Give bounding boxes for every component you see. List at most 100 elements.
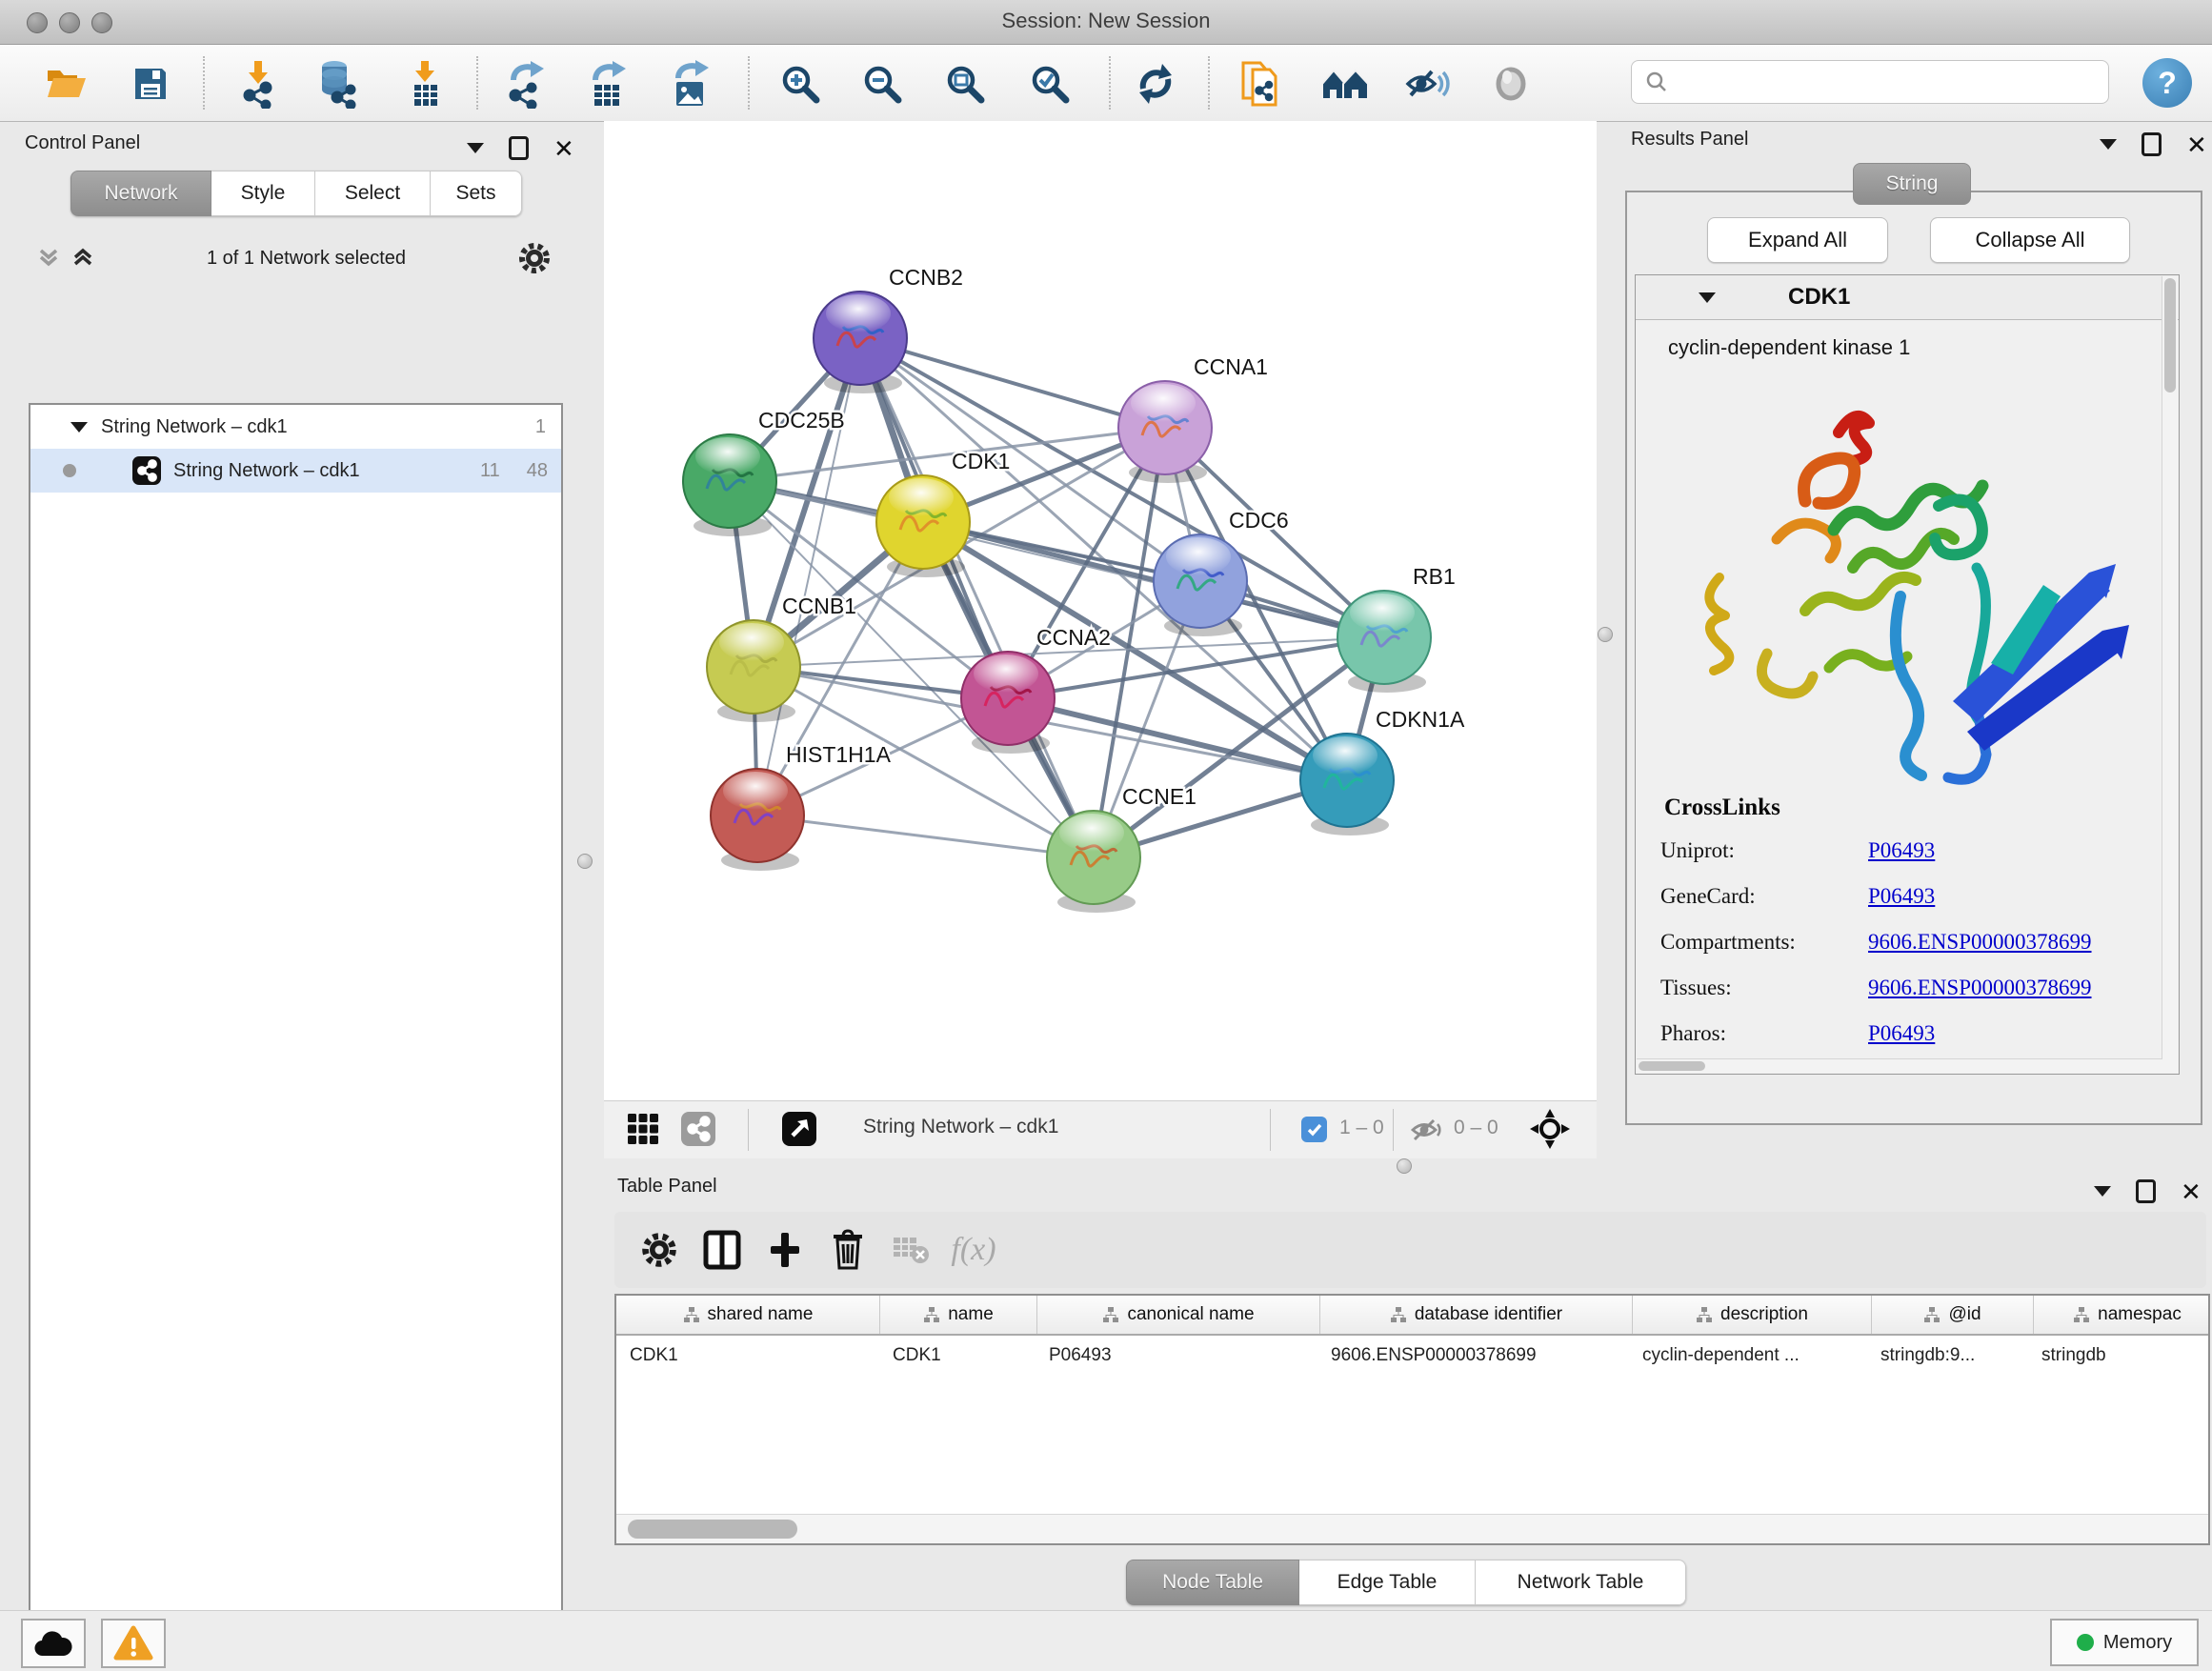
search-input[interactable] xyxy=(1678,64,2108,100)
import-table-button[interactable] xyxy=(397,56,452,111)
zoom-out-icon xyxy=(861,63,903,105)
float-panel-icon[interactable] xyxy=(509,136,529,160)
network-node-CCNB2[interactable] xyxy=(814,292,907,393)
import-database-button[interactable] xyxy=(310,56,365,111)
column-header-database-identifier[interactable]: database identifier xyxy=(1320,1296,1633,1334)
delete-table-button[interactable] xyxy=(879,1219,942,1280)
network-row[interactable]: String Network – cdk1 11 48 xyxy=(30,449,561,493)
help-button[interactable]: ? xyxy=(2142,58,2192,108)
tab-node-table[interactable]: Node Table xyxy=(1126,1560,1299,1605)
selected-indicator-checkbox[interactable] xyxy=(1301,1117,1327,1142)
panel-menu-icon[interactable] xyxy=(467,143,484,153)
column-header-name[interactable]: name xyxy=(880,1296,1037,1334)
export-table-button[interactable] xyxy=(579,56,634,111)
expand-all-networks-icon[interactable] xyxy=(70,246,95,271)
gene-section: CDK1 cyclin-dependent kinase 1 xyxy=(1635,274,2180,1075)
gear-icon[interactable] xyxy=(517,241,552,275)
network-node-CDC6[interactable] xyxy=(1154,534,1247,636)
save-session-button[interactable] xyxy=(123,56,178,111)
delete-column-button[interactable] xyxy=(816,1219,879,1280)
network-canvas[interactable]: CCNB2CCNA1CDC25BCDK1CDC6RB1CCNB1CCNA2CDK… xyxy=(604,121,1597,1100)
close-panel-icon[interactable]: ✕ xyxy=(553,139,574,158)
collapse-all-networks-icon[interactable] xyxy=(36,246,61,271)
open-file-button[interactable] xyxy=(39,56,94,111)
left-splitter-handle[interactable] xyxy=(577,854,593,869)
function-builder-button[interactable]: f(x) xyxy=(942,1219,1005,1280)
close-panel-icon[interactable]: ✕ xyxy=(2181,1182,2202,1201)
collapse-collection-icon[interactable] xyxy=(70,422,88,433)
zoom-fit-button[interactable] xyxy=(937,56,993,111)
open-in-string-button[interactable] xyxy=(774,1103,825,1155)
crosslink-link[interactable]: P06493 xyxy=(1868,838,1935,863)
tab-network-table[interactable]: Network Table xyxy=(1476,1560,1686,1605)
zoom-out-button[interactable] xyxy=(855,56,910,111)
network-node-CCNA1[interactable] xyxy=(1118,381,1212,483)
warnings-button[interactable] xyxy=(101,1619,166,1668)
collapse-all-button[interactable]: Collapse All xyxy=(1930,217,2130,263)
zoom-selected-button[interactable] xyxy=(1022,56,1077,111)
table-cell: stringdb:9... xyxy=(1867,1345,2028,1366)
tab-edge-table[interactable]: Edge Table xyxy=(1299,1560,1476,1605)
toolbar-separator xyxy=(748,56,750,110)
tab-network[interactable]: Network xyxy=(70,171,211,216)
string-panel-toggle-button[interactable] xyxy=(673,1103,724,1155)
column-header--id[interactable]: @id xyxy=(1872,1296,2034,1334)
table-settings-button[interactable] xyxy=(628,1219,691,1280)
toolbar-separator xyxy=(748,1109,749,1151)
table-horizontal-scrollbar[interactable] xyxy=(616,1514,2208,1543)
show-columns-button[interactable] xyxy=(691,1219,754,1280)
export-image-button[interactable] xyxy=(662,56,717,111)
panel-menu-icon[interactable] xyxy=(2100,139,2117,150)
vertical-scrollbar[interactable] xyxy=(2162,276,2178,1073)
crosslink-link[interactable]: P06493 xyxy=(1868,1021,1935,1046)
create-column-button[interactable] xyxy=(754,1219,816,1280)
column-header-label: namespac xyxy=(2098,1304,2182,1325)
network-node-CCNE1[interactable] xyxy=(1047,811,1140,913)
right-splitter-handle[interactable] xyxy=(1598,627,1613,642)
gene-section-header[interactable]: CDK1 xyxy=(1636,275,2179,320)
float-panel-icon[interactable] xyxy=(2136,1179,2156,1203)
crosslink-link[interactable]: 9606.ENSP00000378699 xyxy=(1868,930,2092,955)
column-header-shared-name[interactable]: shared name xyxy=(616,1296,880,1334)
export-network-button[interactable] xyxy=(497,56,553,111)
zoom-fit-icon xyxy=(944,63,986,105)
columns-icon xyxy=(702,1229,742,1271)
crosslink-link[interactable]: 9606.ENSP00000378699 xyxy=(1868,976,2092,1000)
clone-network-button[interactable] xyxy=(1233,56,1288,111)
network-node-CCNB1[interactable] xyxy=(707,620,800,722)
network-collection-row[interactable]: String Network – cdk1 1 xyxy=(30,405,561,449)
crosslink-link[interactable]: P06493 xyxy=(1868,884,1935,909)
table-row[interactable]: CDK1CDK1P064939606.ENSP00000378699cyclin… xyxy=(616,1336,2208,1376)
column-header-namespac[interactable]: namespac xyxy=(2034,1296,2212,1334)
column-header-label: shared name xyxy=(708,1304,814,1325)
zoom-in-button[interactable] xyxy=(773,56,828,111)
memory-label: Memory xyxy=(2103,1632,2172,1654)
network-node-HIST1H1A[interactable] xyxy=(711,769,804,871)
float-panel-icon[interactable] xyxy=(2142,132,2162,156)
fit-content-button[interactable] xyxy=(1524,1103,1576,1155)
tab-style[interactable]: Style xyxy=(211,171,315,216)
expand-all-button[interactable]: Expand All xyxy=(1707,217,1888,263)
cloud-status-button[interactable] xyxy=(21,1619,86,1668)
network-node-CDC25B[interactable] xyxy=(683,434,776,536)
export-network-icon xyxy=(504,59,546,109)
first-neighbors-button[interactable] xyxy=(1317,56,1373,111)
birdseye-view-button[interactable] xyxy=(617,1103,669,1155)
column-header-description[interactable]: description xyxy=(1633,1296,1872,1334)
panel-menu-icon[interactable] xyxy=(2094,1186,2111,1197)
network-node-CCNA2[interactable] xyxy=(961,652,1055,754)
show-all-button[interactable] xyxy=(1483,56,1538,111)
horizontal-scrollbar[interactable] xyxy=(1637,1058,2162,1073)
network-node-RB1[interactable] xyxy=(1337,591,1431,693)
column-header-canonical-name[interactable]: canonical name xyxy=(1037,1296,1320,1334)
tab-string[interactable]: String xyxy=(1853,163,1971,205)
network-node-CDKN1A[interactable] xyxy=(1300,734,1394,836)
memory-button[interactable]: Memory xyxy=(2050,1619,2199,1666)
close-panel-icon[interactable]: ✕ xyxy=(2186,135,2207,154)
network-node-CDK1[interactable] xyxy=(876,475,970,577)
import-network-button[interactable] xyxy=(231,56,286,111)
tab-select[interactable]: Select xyxy=(315,171,431,216)
hide-selected-button[interactable] xyxy=(1400,56,1456,111)
tab-sets[interactable]: Sets xyxy=(431,171,522,216)
refresh-button[interactable] xyxy=(1128,56,1183,111)
